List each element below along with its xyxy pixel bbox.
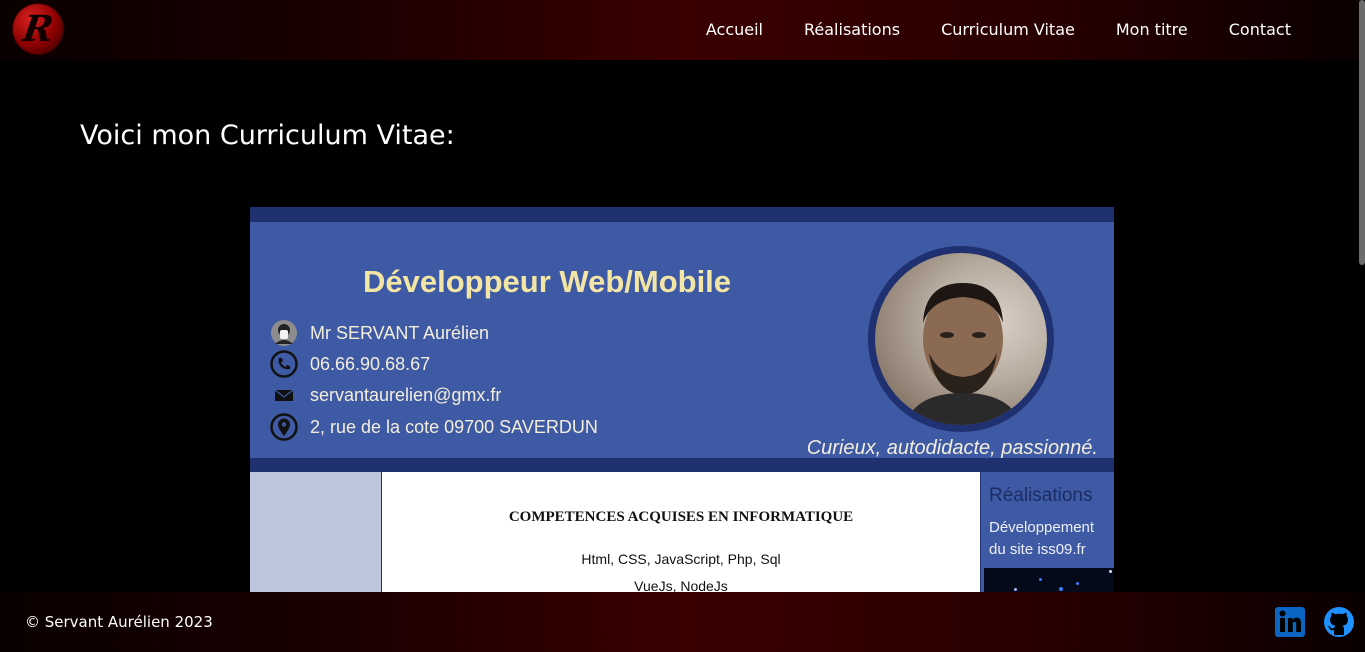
profile-photo: [868, 246, 1054, 432]
location-icon: [270, 413, 298, 441]
nav-mon-titre[interactable]: Mon titre: [1116, 18, 1188, 42]
contact-address-text: 2, rue de la cote 09700 SAVERDUN: [310, 416, 598, 437]
nav-contact[interactable]: Contact: [1229, 18, 1291, 42]
main-nav: Accueil Réalisations Curriculum Vitae Mo…: [706, 18, 1291, 42]
contact-name: Mr SERVANT Aurélien: [270, 319, 489, 347]
cv-top-band: [250, 207, 1114, 222]
mail-icon: [270, 381, 298, 409]
contact-name-text: Mr SERVANT Aurélien: [310, 322, 490, 343]
cv-realisations-section: Réalisations Développement du site iss09…: [981, 472, 1114, 592]
nav-accueil[interactable]: Accueil: [706, 18, 763, 42]
skills-line-2: VueJs, NodeJs: [634, 578, 728, 592]
github-icon[interactable]: [1323, 606, 1355, 638]
contact-phone: 06.66.90.68.67: [270, 350, 430, 378]
skills-line-1: Html, CSS, JavaScript, Php, Sql: [581, 551, 781, 567]
skills-title: COMPETENCES ACQUISES EN INFORMATIQUE: [508, 509, 854, 525]
linkedin-icon[interactable]: [1274, 606, 1306, 638]
contact-address: 2, rue de la cote 09700 SAVERDUN: [270, 413, 598, 441]
cv-skills-section: COMPETENCES ACQUISES EN INFORMATIQUE Htm…: [382, 472, 981, 592]
cv-left-column: [250, 472, 382, 592]
realisations-title: Réalisations: [989, 485, 1093, 506]
cv-header: Développeur Web/Mobile Mr SERVANT Auréli…: [250, 222, 1114, 459]
realisations-thumbnail: [984, 568, 1114, 592]
cv-divider: [250, 458, 1114, 472]
profile-photo-image: [875, 253, 1047, 425]
contact-email-text: servantaurelien@gmx.fr: [310, 384, 502, 405]
vertical-scrollbar[interactable]: [1359, 0, 1365, 265]
cv-image: Développeur Web/Mobile Mr SERVANT Auréli…: [250, 207, 1114, 592]
phone-icon: [270, 350, 298, 378]
contact-phone-text: 06.66.90.68.67: [310, 353, 431, 374]
logo-letter: R: [20, 8, 56, 50]
realisations-text: Développement du site iss09.fr: [989, 519, 1095, 558]
site-header: R Accueil Réalisations Curriculum Vitae …: [0, 0, 1365, 60]
nav-curriculum-vitae[interactable]: Curriculum Vitae: [941, 18, 1075, 42]
contact-email: servantaurelien@gmx.fr: [270, 381, 501, 409]
site-footer: © Servant Aurélien 2023: [0, 592, 1365, 652]
cv-headline: Développeur Web/Mobile: [363, 264, 732, 299]
nav-realisations[interactable]: Réalisations: [804, 18, 900, 42]
cv-motto: Curieux, autodidacte, passionné.: [806, 437, 1098, 459]
person-icon: [270, 319, 298, 347]
logo[interactable]: R: [13, 4, 63, 54]
page-title: Voici mon Curriculum Vitae:: [80, 120, 455, 151]
copyright: © Servant Aurélien 2023: [25, 613, 213, 631]
